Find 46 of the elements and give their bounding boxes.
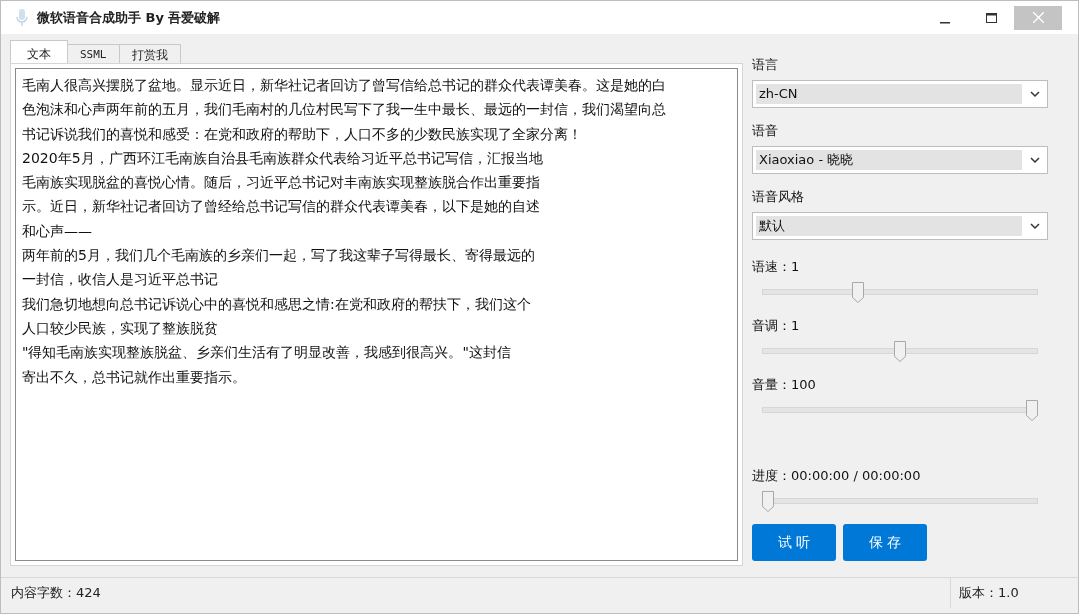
text-line: 我们急切地想向总书记诉说心中的喜悦和感思之情:在党和政府的帮扶下，我们这个 xyxy=(22,294,532,314)
caret-icon xyxy=(1030,90,1040,98)
slider-label: 进度：00:00:00 / 00:00:00 xyxy=(752,467,922,485)
text-line: 两年前的5月，我们几个毛南族的乡亲们一起，写了我这辈子写得最长、寄得最远的 xyxy=(22,246,536,266)
text-line: 寄出不久，总书记就作出重要指示。 xyxy=(22,367,247,387)
slider-thumb[interactable] xyxy=(894,341,906,362)
field-label: 语言 xyxy=(752,56,779,74)
caret-icon xyxy=(1030,156,1040,164)
text-line: 一封信，收信人是习近平总书记 xyxy=(22,270,219,290)
text-line: 人口较少民族，实现了整族脱贫 xyxy=(22,318,219,338)
slider[interactable] xyxy=(762,491,1038,513)
microphone-icon xyxy=(15,8,29,27)
tab[interactable]: 文本 xyxy=(10,40,68,63)
slider-thumb[interactable] xyxy=(1026,400,1038,421)
slider-label: 语速：1 xyxy=(752,258,801,276)
field-label: 语音风格 xyxy=(752,188,805,206)
slider[interactable] xyxy=(762,341,1038,363)
slider-thumb[interactable] xyxy=(762,491,774,512)
text-line: 2020年5月，广西环江毛南族自治县毛南族群众代表给习近平总书记写信，汇报当地 xyxy=(22,148,544,168)
dropdown[interactable]: zh-CN xyxy=(752,80,1048,108)
text-line: 书记诉说我们的喜悦和感受：在党和政府的帮助下，人口不多的少数民族实现了全家分离！ xyxy=(22,124,583,144)
text-line: 示。近日，新华社记者回访了曾经给总书记写信的群众代表谭美春，以下是她的自述 xyxy=(22,197,541,217)
tab[interactable]: 打赏我 xyxy=(118,44,181,63)
window-title: 微软语音合成助手 By 吾爱破解 xyxy=(37,8,222,27)
text-editor[interactable] xyxy=(15,68,738,561)
minimize-icon xyxy=(940,21,950,24)
text-line: 色泡沫和心声两年前的五月，我们毛南村的几位村民写下了我一生中最长、最远的一封信，我们渴望向总 xyxy=(22,100,667,120)
slider-label: 音量：100 xyxy=(752,376,817,394)
dropdown[interactable]: Xiaoxiao - 晓晓 xyxy=(752,146,1048,174)
caret-icon xyxy=(1030,222,1040,230)
action-button[interactable]: 保 存 xyxy=(843,524,927,561)
slider[interactable] xyxy=(762,282,1038,304)
field-label: 语音 xyxy=(752,122,779,140)
maximize-icon xyxy=(985,12,997,23)
slider-label: 音调：1 xyxy=(752,317,801,335)
action-button[interactable]: 试 听 xyxy=(752,524,836,561)
text-line: "得知毛南族实现整族脱盆、乡亲们生活有了明显改善，我感到很高兴。"这封信 xyxy=(22,343,512,363)
close-icon xyxy=(1032,12,1044,23)
text-line: 毛南族实现脱盆的喜悦心情。随后，习近平总书记对丰南族实现整族脱合作出重要指 xyxy=(22,173,541,193)
char-count: 内容字数：424 xyxy=(10,584,102,602)
slider-thumb[interactable] xyxy=(851,282,864,303)
version-label: 版本：1.0 xyxy=(950,578,1062,608)
dropdown[interactable]: 默认 xyxy=(752,212,1048,240)
text-line: 毛南人很高兴摆脱了盆地。显示近日，新华社记者回访了曾写信给总书记的群众代表谭美春。这是她的白 xyxy=(22,76,667,95)
slider[interactable] xyxy=(762,400,1038,422)
text-line: 和心声—— xyxy=(22,221,93,241)
